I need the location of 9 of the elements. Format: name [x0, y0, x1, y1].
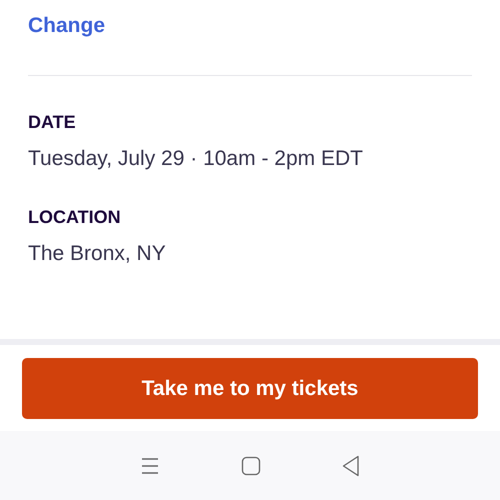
detail-label: DATE: [28, 112, 77, 133]
detail-value: The Bronx, NY: [28, 242, 167, 266]
menu-icon[interactable]: [140, 456, 160, 474]
detail-value: Tuesday, July 29 · 10am - 2pm EDT: [28, 147, 364, 171]
tickets-button[interactable]: Take me to my tickets: [22, 358, 478, 419]
detail-label: LOCATION: [28, 207, 122, 228]
change-link[interactable]: Change: [28, 14, 106, 37]
back-icon[interactable]: [342, 454, 360, 476]
square-icon[interactable]: [240, 456, 261, 476]
